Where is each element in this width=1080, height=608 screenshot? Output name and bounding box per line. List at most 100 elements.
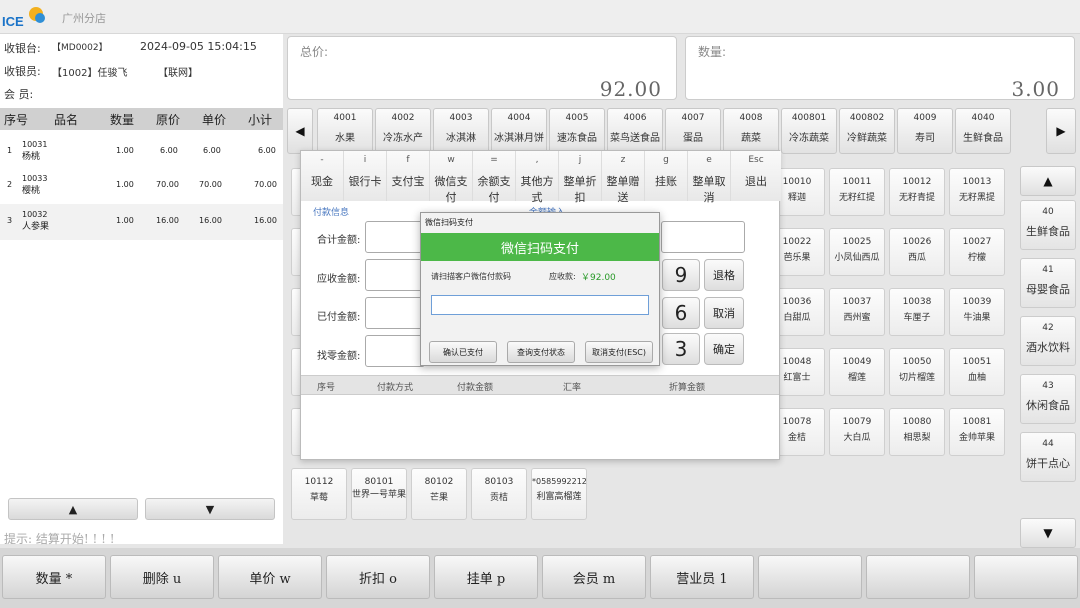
product-tile[interactable]: *0585992212 利富高榴莲	[531, 468, 587, 520]
triangle-down-icon: ▼	[1043, 526, 1053, 540]
register-label: 收银台:	[4, 42, 41, 55]
pay-method-balance[interactable]: = 余额支付	[473, 151, 516, 204]
product-tile[interactable]: 10079 大白瓜	[829, 408, 885, 456]
total-amount-field[interactable]	[365, 221, 425, 253]
product-tile[interactable]: 10037 西州蜜	[829, 288, 885, 336]
payment-table-header: 序号 付款方式 付款金额 汇率 折算金额	[301, 375, 779, 395]
col-no: 序号	[4, 112, 29, 127]
triangle-up-icon: ▲	[1043, 174, 1053, 188]
side-scroll-down-button[interactable]: ▼	[1020, 518, 1076, 548]
due-value: ￥92.00	[581, 273, 616, 283]
category-4040[interactable]: 4040 生鲜食品	[955, 108, 1011, 154]
category-4001[interactable]: 4001 水果	[317, 108, 373, 154]
side-scroll-up-button[interactable]: ▲	[1020, 166, 1076, 196]
key-3-button[interactable]: 3	[662, 333, 700, 365]
network-status: 【联网】	[158, 68, 198, 79]
product-tile[interactable]: 10051 血柚	[949, 348, 1005, 396]
pay-method-cancel-order[interactable]: e 整单取消	[688, 151, 731, 204]
product-tile[interactable]: 10050 切片榴莲	[889, 348, 945, 396]
pay-method-credit[interactable]: g 挂账	[645, 151, 688, 201]
change-label: 找零金额:	[317, 351, 361, 362]
category-next-button[interactable]: ▶	[1046, 108, 1076, 154]
col-orig: 原价	[156, 112, 181, 127]
category-4005[interactable]: 4005 速冻食品	[549, 108, 605, 154]
hold-order-key[interactable]: 挂单 p	[434, 555, 538, 599]
product-tile[interactable]: 10026 西瓜	[889, 228, 945, 276]
category-4004[interactable]: 4004 冰淇淋月饼	[491, 108, 547, 154]
pay-method-bankcard[interactable]: i 银行卡	[344, 151, 387, 201]
amount-input-field[interactable]	[661, 221, 745, 253]
product-tile[interactable]: 10027 柠檬	[949, 228, 1005, 276]
category-4002[interactable]: 4002 冷冻水产	[375, 108, 431, 154]
cart-row[interactable]: 2 10033 樱桃 1.00 70.00 70.00 70.00	[0, 168, 283, 204]
product-tile[interactable]: 10012 无籽青提	[889, 168, 945, 216]
salesperson-key[interactable]: 营业员 1	[650, 555, 754, 599]
pay-method-cash[interactable]: - 现金	[301, 151, 344, 201]
category-4003[interactable]: 4003 冰淇淋	[433, 108, 489, 154]
product-tile[interactable]: 10112 草莓	[291, 468, 347, 520]
total-label: 总价:	[300, 45, 329, 59]
category-prev-button[interactable]: ◀	[287, 108, 313, 154]
backspace-button[interactable]: 退格	[704, 259, 744, 291]
function-key-blank[interactable]	[758, 555, 862, 599]
product-tile[interactable]: 10039 牛油果	[949, 288, 1005, 336]
function-key-blank[interactable]	[866, 555, 970, 599]
pay-method-wechat[interactable]: w 微信支付	[430, 151, 473, 204]
paid-label: 已付金额:	[317, 312, 361, 323]
product-tile[interactable]: 10080 相思梨	[889, 408, 945, 456]
cart-row[interactable]: 1 10031 杨桃 1.00 6.00 6.00 6.00	[0, 134, 283, 170]
member-key[interactable]: 会员 m	[542, 555, 646, 599]
cart-scroll-up-button[interactable]: ▲	[8, 498, 138, 520]
product-tile[interactable]: 80101 世界一号苹果	[351, 468, 407, 520]
category-4006[interactable]: 4006 菜鸟送食品	[607, 108, 663, 154]
side-category-43[interactable]: 43 休闲食品	[1020, 374, 1076, 424]
payment-code-input[interactable]	[431, 295, 649, 315]
product-tile[interactable]: 80102 芒果	[411, 468, 467, 520]
query-status-button[interactable]: 查询支付状态	[507, 341, 575, 363]
cart-scroll-down-button[interactable]: ▼	[145, 498, 275, 520]
confirm-button[interactable]: 确定	[704, 333, 744, 365]
key-9-button[interactable]: 9	[662, 259, 700, 291]
cancel-payment-button[interactable]: 取消支付(ESC)	[585, 341, 653, 363]
product-tile[interactable]: 10013 无籽黑提	[949, 168, 1005, 216]
product-tile[interactable]: 10081 金帅苹果	[949, 408, 1005, 456]
pay-method-other[interactable]: , 其他方式	[516, 151, 559, 204]
pay-method-exit[interactable]: Esc 退出	[731, 151, 781, 201]
receivable-field[interactable]	[365, 259, 425, 291]
category-400802[interactable]: 400802 冷鲜蔬菜	[839, 108, 895, 154]
side-category-42[interactable]: 42 酒水饮料	[1020, 316, 1076, 366]
category-4007[interactable]: 4007 蛋品	[665, 108, 721, 154]
side-category-44[interactable]: 44 饼干点心	[1020, 432, 1076, 482]
product-tile[interactable]: 10011 无籽红提	[829, 168, 885, 216]
product-tile[interactable]: 10038 车厘子	[889, 288, 945, 336]
triangle-right-icon: ▶	[1056, 124, 1066, 138]
side-category-40[interactable]: 40 生鲜食品	[1020, 200, 1076, 250]
delete-key[interactable]: 删除 u	[110, 555, 214, 599]
paid-field[interactable]	[365, 297, 425, 329]
category-4008[interactable]: 4008 蔬菜	[723, 108, 779, 154]
function-key-blank[interactable]	[974, 555, 1078, 599]
confirm-paid-button[interactable]: 确认已支付	[429, 341, 497, 363]
key-6-button[interactable]: 6	[662, 297, 700, 329]
pay-method-alipay[interactable]: f 支付宝	[387, 151, 430, 201]
category-400801[interactable]: 400801 冷冻蔬菜	[781, 108, 837, 154]
quantity-box: 数量: 3.00	[685, 36, 1075, 101]
pay-method-discount[interactable]: j 整单折扣	[559, 151, 602, 204]
product-tile[interactable]: 10025 小凤仙西瓜	[829, 228, 885, 276]
pay-method-gift[interactable]: z 整单赠送	[602, 151, 645, 204]
ice-logo: ICE	[0, 2, 48, 32]
col-qty: 数量	[110, 112, 135, 127]
side-category-41[interactable]: 41 母婴食品	[1020, 258, 1076, 308]
store-name: 广州分店	[62, 12, 106, 25]
change-field[interactable]	[365, 335, 425, 367]
receivable-label: 应收金额:	[317, 274, 361, 285]
product-tile[interactable]: 10049 榴莲	[829, 348, 885, 396]
due-label: 应收款:	[549, 272, 576, 281]
cancel-button[interactable]: 取消	[704, 297, 744, 329]
product-tile[interactable]: 80103 贡桔	[471, 468, 527, 520]
discount-key[interactable]: 折扣 o	[326, 555, 430, 599]
category-4009[interactable]: 4009 寿司	[897, 108, 953, 154]
unit-price-key[interactable]: 单价 w	[218, 555, 322, 599]
cart-row[interactable]: 3 10032 人参果 1.00 16.00 16.00 16.00	[0, 204, 283, 240]
quantity-key[interactable]: 数量 *	[2, 555, 106, 599]
